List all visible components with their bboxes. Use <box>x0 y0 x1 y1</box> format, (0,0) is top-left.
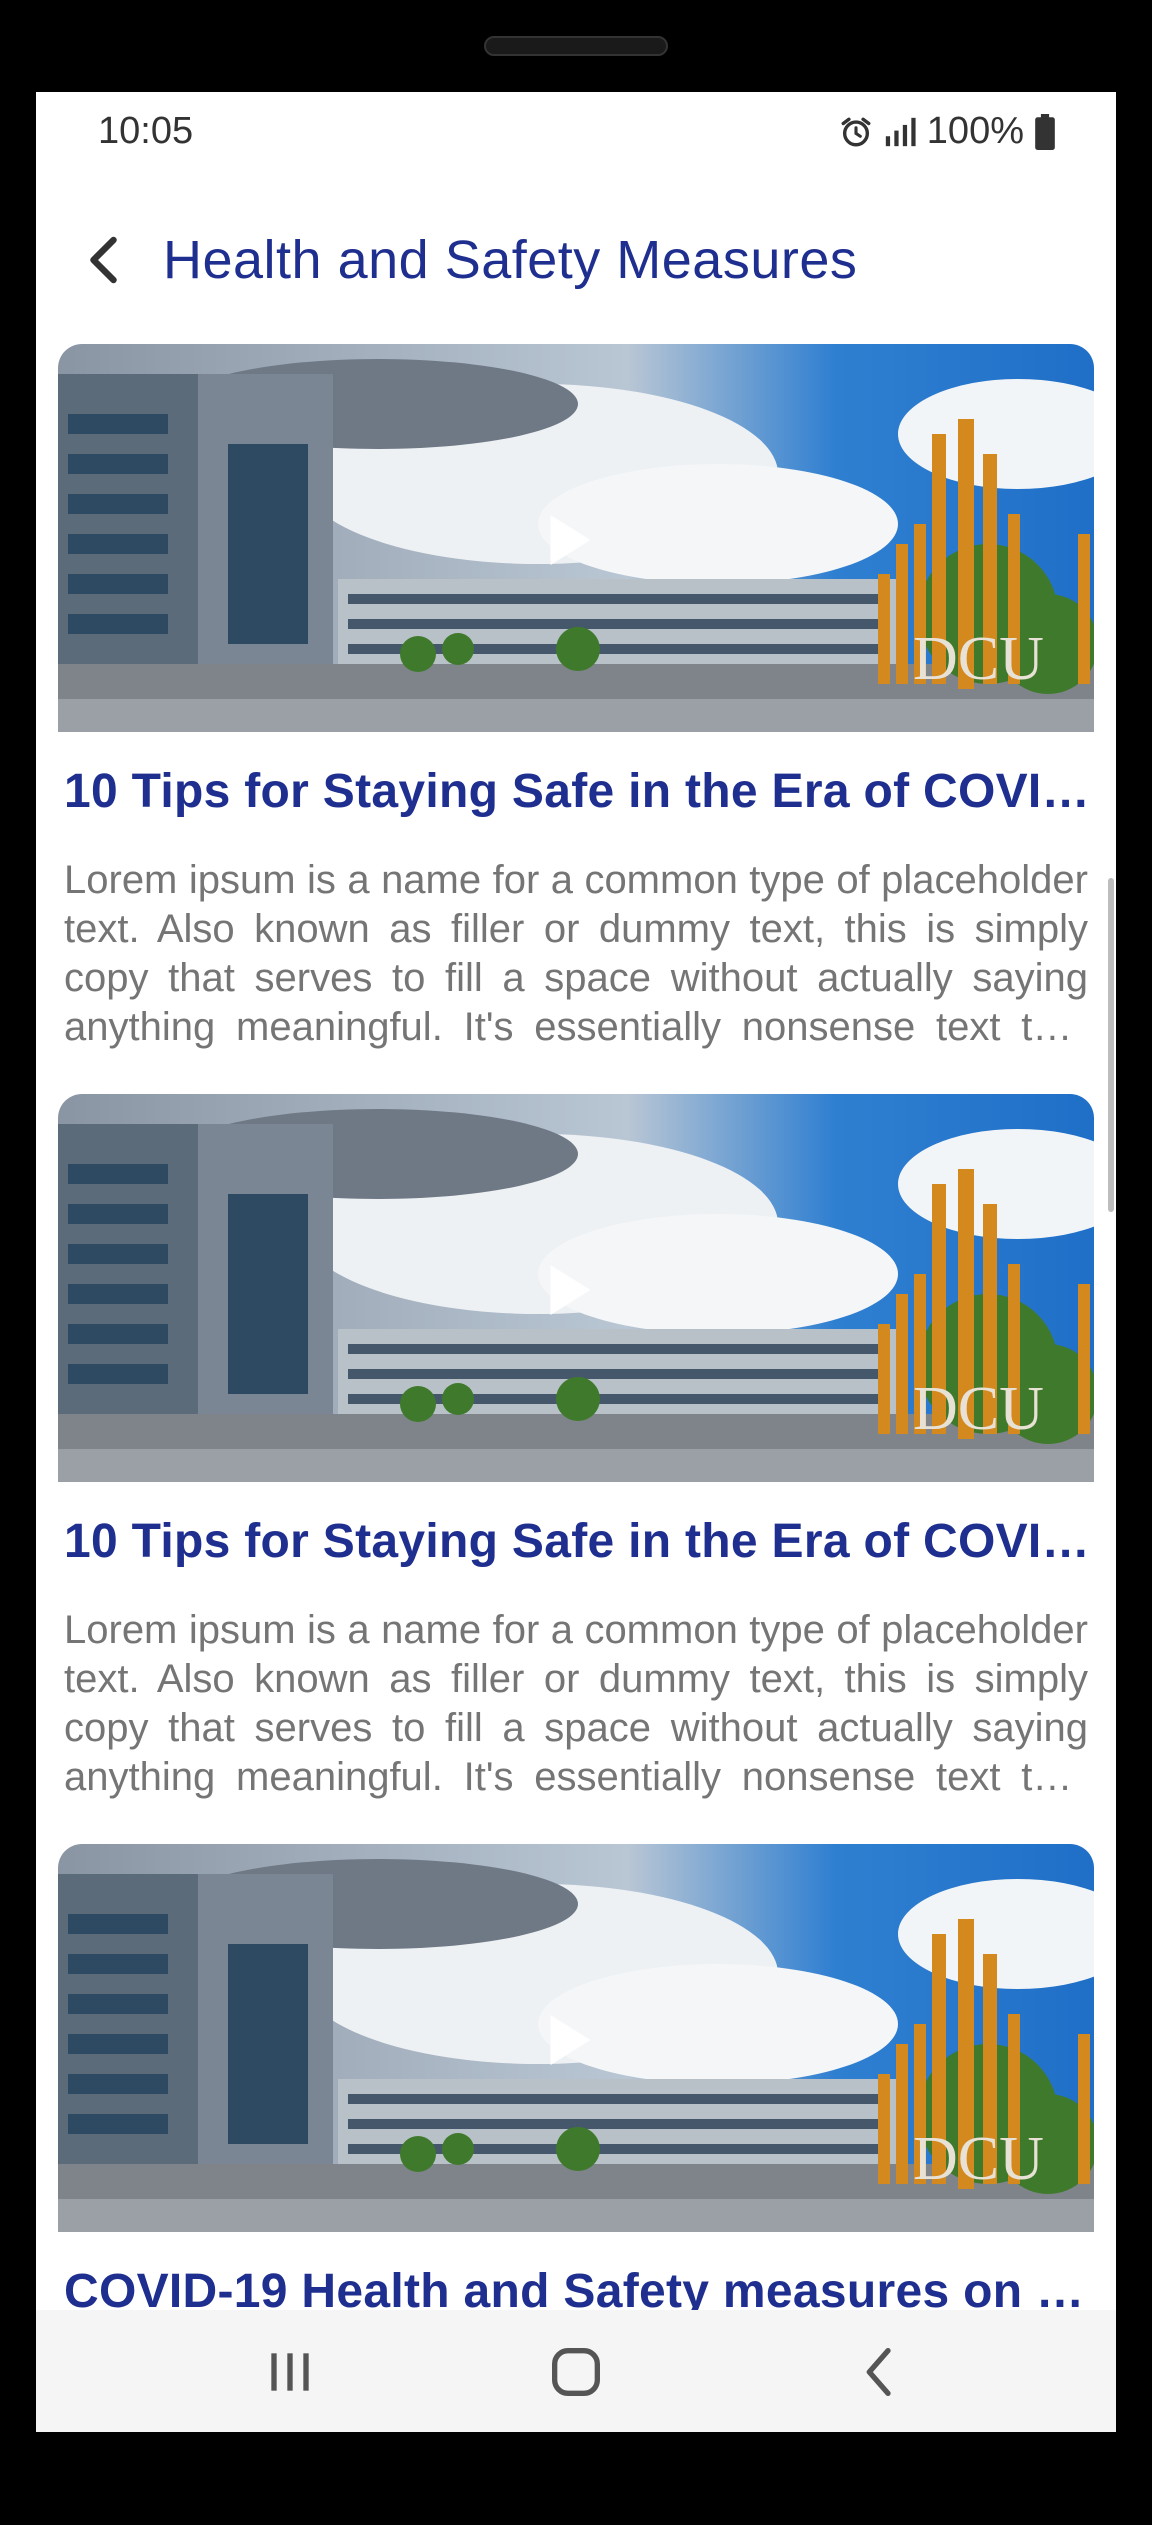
app-bar: Health and Safety Measures <box>36 202 1116 322</box>
screen: 10:05 100% Health and Safety Measures DC… <box>36 92 1116 2432</box>
system-nav-bar <box>36 2310 1116 2432</box>
thumbnail-caption: DCU <box>913 2125 1044 2193</box>
video-title[interactable]: 10 Tips for Staying Safe in the Era of C… <box>64 1514 1094 1569</box>
alarm-icon <box>841 117 871 146</box>
thumbnail-caption: DCU <box>913 625 1044 693</box>
back-icon[interactable] <box>848 2340 912 2404</box>
chevron-left-icon[interactable] <box>76 230 136 290</box>
video-description: Lorem ipsum is a name for a common type … <box>64 1608 1088 1799</box>
status-bar: 10:05 100% <box>36 92 1116 174</box>
scrollbar[interactable] <box>1108 878 1114 1212</box>
video-title[interactable]: 10 Tips for Staying Safe in the Era of C… <box>64 764 1094 819</box>
video-description: Lorem ipsum is a name for a common type … <box>64 858 1088 1049</box>
video-thumbnail[interactable]: DCU <box>58 1844 1094 2232</box>
speaker-grille <box>484 36 668 56</box>
play-icon[interactable] <box>538 510 598 570</box>
thumbnail-caption: DCU <box>913 1375 1044 1443</box>
video-thumbnail[interactable]: DCU <box>58 344 1094 732</box>
page-title: Health and Safety Measures <box>163 230 858 290</box>
play-icon[interactable] <box>538 1260 598 1320</box>
status-time: 10:05 <box>98 110 194 152</box>
signal-icon <box>885 117 916 146</box>
device-frame: 10:05 100% Health and Safety Measures DC… <box>0 0 1152 2525</box>
recent-apps-icon[interactable] <box>258 2340 322 2404</box>
battery-icon <box>1035 113 1055 150</box>
play-icon[interactable] <box>538 2010 598 2070</box>
status-icons: 100% <box>839 110 1056 153</box>
home-icon[interactable] <box>544 2340 608 2404</box>
video-thumbnail[interactable]: DCU <box>58 1094 1094 1482</box>
battery-percentage: 100% <box>926 110 1024 152</box>
